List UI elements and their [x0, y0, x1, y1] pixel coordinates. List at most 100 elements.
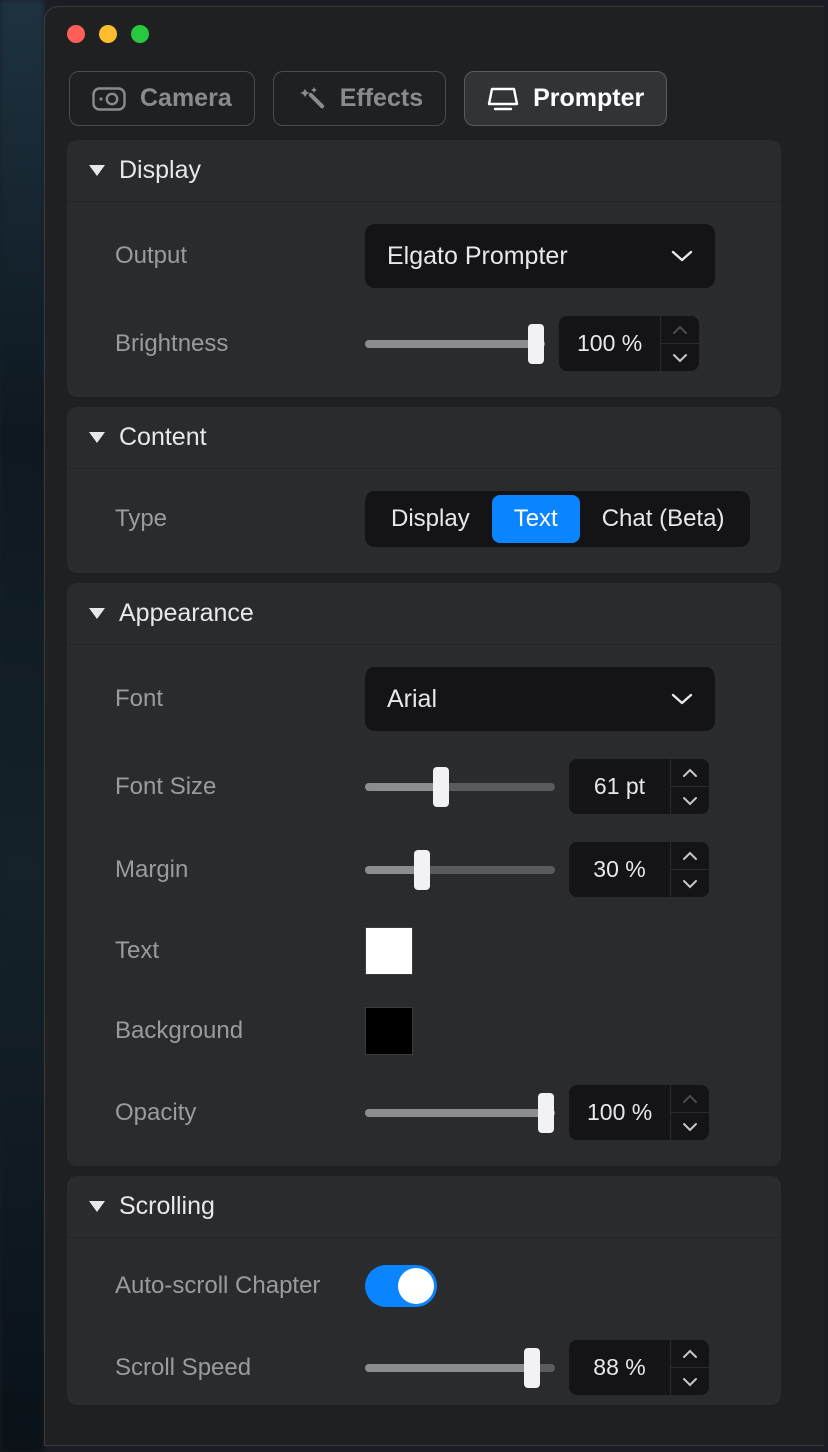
autoscroll-label: Auto-scroll Chapter [115, 1272, 365, 1300]
scroll-speed-step-down[interactable] [671, 1368, 709, 1395]
scroll-speed-value-spinner: 88 % [569, 1340, 709, 1395]
font-size-row: Font Size 61 pt [115, 759, 751, 814]
font-size-value-spinner: 61 pt [569, 759, 709, 814]
disclosure-triangle-icon [89, 608, 105, 619]
margin-value-spinner: 30 % [569, 842, 709, 897]
app-window: Camera Effects [44, 6, 824, 1446]
output-dropdown[interactable]: Elgato Prompter [365, 224, 715, 288]
segment-display[interactable]: Display [369, 495, 492, 543]
scroll-speed-value[interactable]: 88 % [569, 1340, 671, 1395]
opacity-value[interactable]: 100 % [569, 1085, 671, 1140]
text-color-label: Text [115, 937, 365, 965]
opacity-value-spinner: 100 % [569, 1085, 709, 1140]
toggle-knob [398, 1268, 434, 1304]
tab-camera-label: Camera [140, 84, 232, 113]
scroll-speed-label: Scroll Speed [115, 1354, 365, 1382]
text-color-row: Text [115, 925, 751, 977]
chevron-down-icon [671, 693, 693, 705]
background-color-label: Background [115, 1017, 365, 1045]
opacity-step-down[interactable] [671, 1113, 709, 1140]
camera-icon [92, 87, 126, 111]
section-scrolling-title: Scrolling [119, 1192, 215, 1221]
settings-panel: Display Output Elgato Prompter Brightn [45, 140, 797, 1405]
section-scrolling-body: Auto-scroll Chapter Scroll Speed [67, 1238, 781, 1405]
section-display: Display Output Elgato Prompter Brightn [67, 140, 781, 397]
type-row: Type Display Text Chat (Beta) [115, 491, 751, 547]
minimize-window-button[interactable] [99, 25, 117, 43]
titlebar [45, 7, 824, 61]
brightness-value-spinner: 100 % [559, 316, 699, 371]
section-display-body: Output Elgato Prompter Brightness [67, 202, 781, 397]
background-color-swatch[interactable] [365, 1007, 413, 1055]
margin-slider[interactable] [365, 866, 555, 874]
opacity-step-up[interactable] [671, 1085, 709, 1113]
output-dropdown-value: Elgato Prompter [387, 242, 568, 271]
brightness-step-up[interactable] [661, 316, 699, 344]
section-appearance-title: Appearance [119, 599, 254, 628]
font-size-step-down[interactable] [671, 787, 709, 814]
autoscroll-toggle[interactable] [365, 1265, 437, 1307]
font-size-value[interactable]: 61 pt [569, 759, 671, 814]
tab-effects[interactable]: Effects [273, 71, 446, 126]
opacity-row: Opacity 100 % [115, 1085, 751, 1140]
tab-prompter[interactable]: Prompter [464, 71, 667, 126]
section-scrolling: Scrolling Auto-scroll Chapter Scroll Spe… [67, 1176, 781, 1405]
section-scrolling-header[interactable]: Scrolling [67, 1176, 781, 1238]
top-tab-bar: Camera Effects [45, 61, 824, 140]
disclosure-triangle-icon [89, 1201, 105, 1212]
section-content-title: Content [119, 423, 207, 452]
vertical-scrollbar[interactable] [796, 153, 806, 1443]
section-content-header[interactable]: Content [67, 407, 781, 469]
section-display-title: Display [119, 156, 201, 185]
brightness-step-down[interactable] [661, 344, 699, 371]
type-segmented-control: Display Text Chat (Beta) [365, 491, 750, 547]
scroll-speed-step-up[interactable] [671, 1340, 709, 1368]
section-content-body: Type Display Text Chat (Beta) [67, 469, 781, 573]
font-dropdown-value: Arial [387, 685, 437, 714]
tab-effects-label: Effects [340, 84, 423, 113]
segment-text[interactable]: Text [492, 495, 580, 543]
background-color-row: Background [115, 1005, 751, 1057]
wand-icon [296, 85, 326, 113]
zoom-window-button[interactable] [131, 25, 149, 43]
margin-step-down[interactable] [671, 870, 709, 897]
font-dropdown[interactable]: Arial [365, 667, 715, 731]
segment-chat[interactable]: Chat (Beta) [580, 495, 747, 543]
brightness-row: Brightness 100 % [115, 316, 751, 371]
margin-step-up[interactable] [671, 842, 709, 870]
font-size-label: Font Size [115, 773, 365, 801]
brightness-slider[interactable] [365, 340, 545, 348]
desktop-backdrop [0, 0, 44, 1452]
brightness-label: Brightness [115, 330, 365, 358]
tab-prompter-label: Prompter [533, 84, 644, 113]
brightness-value[interactable]: 100 % [559, 316, 661, 371]
margin-value[interactable]: 30 % [569, 842, 671, 897]
section-appearance-body: Font Arial Font Size [67, 645, 781, 1166]
font-row: Font Arial [115, 667, 751, 731]
section-appearance-header[interactable]: Appearance [67, 583, 781, 645]
scroll-speed-slider[interactable] [365, 1364, 555, 1372]
disclosure-triangle-icon [89, 432, 105, 443]
margin-label: Margin [115, 856, 365, 884]
chevron-down-icon [671, 250, 693, 262]
margin-row: Margin 30 % [115, 842, 751, 897]
disclosure-triangle-icon [89, 165, 105, 176]
opacity-label: Opacity [115, 1099, 365, 1127]
content-area: Camera Effects [45, 61, 824, 1445]
close-window-button[interactable] [67, 25, 85, 43]
output-label: Output [115, 242, 365, 270]
font-size-slider[interactable] [365, 783, 555, 791]
section-appearance: Appearance Font Arial Font Size [67, 583, 781, 1166]
scroll-speed-row: Scroll Speed 88 % [115, 1340, 751, 1395]
output-row: Output Elgato Prompter [115, 224, 751, 288]
font-size-step-up[interactable] [671, 759, 709, 787]
text-color-swatch[interactable] [365, 927, 413, 975]
tab-camera[interactable]: Camera [69, 71, 255, 126]
section-display-header[interactable]: Display [67, 140, 781, 202]
opacity-slider[interactable] [365, 1109, 555, 1117]
autoscroll-row: Auto-scroll Chapter [115, 1260, 751, 1312]
section-content: Content Type Display Text Chat (Beta) [67, 407, 781, 573]
type-label: Type [115, 505, 365, 533]
prompter-icon [487, 86, 519, 112]
font-label: Font [115, 685, 365, 713]
